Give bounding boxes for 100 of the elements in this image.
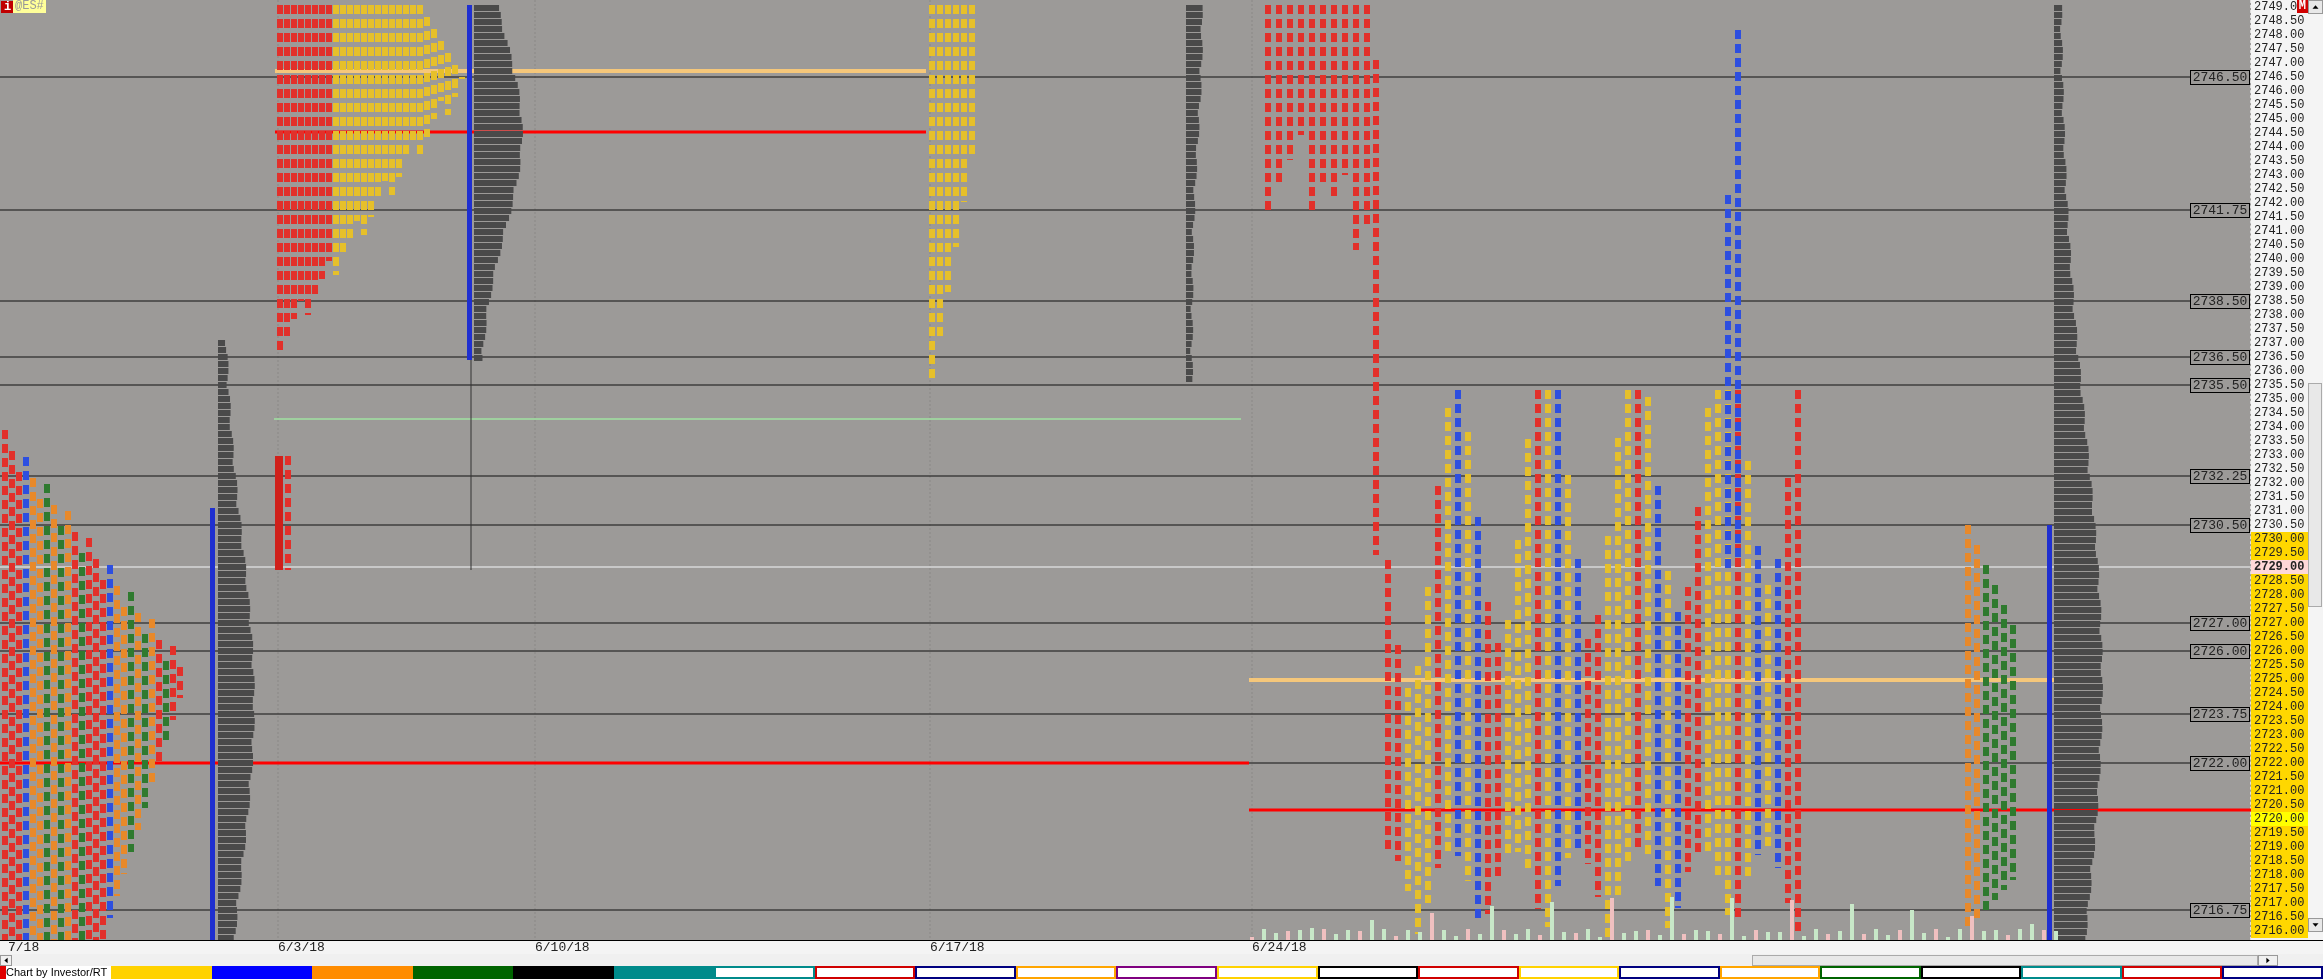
price-scale-label: 2723.00: [2251, 728, 2308, 742]
price-scale-label: 2720.00: [2251, 812, 2308, 826]
price-scale-label: 2739.50: [2251, 266, 2308, 280]
color-swatch[interactable]: [2021, 966, 2122, 979]
color-swatch[interactable]: [2121, 966, 2223, 979]
price-scale-label: 2728.00: [2251, 588, 2308, 602]
price-level-label: 2732.25: [2190, 469, 2250, 484]
scrollbar-thumb[interactable]: [2308, 383, 2322, 607]
color-swatch[interactable]: [312, 966, 413, 979]
price-scale-label: 2720.50: [2251, 798, 2308, 812]
price-level-label: 2716.75: [2190, 903, 2250, 918]
price-scale-label: 2743.50: [2251, 154, 2308, 168]
price-scale-label: 2746.00: [2251, 84, 2308, 98]
price-scale-label: 2717.00: [2251, 896, 2308, 910]
price-scale-label: 2739.00: [2251, 280, 2308, 294]
price-scale-label: 2736.00: [2251, 364, 2308, 378]
price-scale-label: 2732.50: [2251, 462, 2308, 476]
price-scale-label: 2742.00: [2251, 196, 2308, 210]
price-scale-label: 2742.50: [2251, 182, 2308, 196]
price-scale-label: 2741.50: [2251, 210, 2308, 224]
color-swatch[interactable]: [1317, 966, 1419, 979]
price-scale-label: 2734.00: [2251, 420, 2308, 434]
price-scale-label: 2719.00: [2251, 840, 2308, 854]
price-scale-label: 2735.50: [2251, 378, 2308, 392]
price-scale-label: 2731.00: [2251, 504, 2308, 518]
price-scale-label: 2740.50: [2251, 238, 2308, 252]
price-scale-label: 2729.50: [2251, 546, 2308, 560]
date-label: 6/3/18: [278, 941, 325, 954]
price-scale-label: 2722.50: [2251, 742, 2308, 756]
color-swatch[interactable]: [1619, 966, 1720, 979]
price-scale-label: 2727.50: [2251, 602, 2308, 616]
date-label: 7/18: [8, 941, 40, 954]
price-scale-label: 2735.00: [2251, 392, 2308, 406]
color-swatch[interactable]: [1820, 966, 1921, 979]
date-label: 6/10/18: [535, 941, 590, 954]
color-swatch[interactable]: [915, 966, 1016, 979]
price-scale-label: 2721.00: [2251, 784, 2308, 798]
price-level-label: 2730.50: [2190, 518, 2250, 533]
price-scale-label: 2721.50: [2251, 770, 2308, 784]
price-scale-label: 2740.00: [2251, 252, 2308, 266]
price-scale-label: 2718.00: [2251, 868, 2308, 882]
price-scale-label: 2733.00: [2251, 448, 2308, 462]
price-scale-label: 2744.50: [2251, 126, 2308, 140]
price-scale-label: 2738.50: [2251, 294, 2308, 308]
price-scale-label: 2745.00: [2251, 112, 2308, 126]
price-scale-label: 2745.50: [2251, 98, 2308, 112]
price-scale-label: 2728.50: [2251, 574, 2308, 588]
color-swatch[interactable]: [1116, 966, 1217, 979]
color-swatch[interactable]: [814, 966, 916, 979]
color-swatch[interactable]: [1418, 966, 1519, 979]
date-label: 6/17/18: [930, 941, 985, 954]
color-swatch[interactable]: [613, 966, 715, 979]
price-scale-label: 2733.50: [2251, 434, 2308, 448]
price-scale-label: 2737.00: [2251, 336, 2308, 350]
price-scale-label: 2746.50: [2251, 70, 2308, 84]
price-level-label: 2726.00: [2190, 644, 2250, 659]
price-scale-label: 2726.50: [2251, 630, 2308, 644]
price-scale-label: 2736.50: [2251, 350, 2308, 364]
scroll-down-icon[interactable]: [2308, 918, 2323, 932]
price-scale-label: 2731.50: [2251, 490, 2308, 504]
price-level-label: 2741.75: [2190, 203, 2250, 218]
price-scale-label: 2725.50: [2251, 658, 2308, 672]
color-swatch[interactable]: [513, 966, 614, 979]
price-level-label: 2735.50: [2190, 378, 2250, 393]
color-swatch[interactable]: [412, 966, 514, 979]
price-scale-label: 2724.50: [2251, 686, 2308, 700]
color-swatch[interactable]: [1719, 966, 1821, 979]
color-swatch[interactable]: [1920, 966, 2022, 979]
price-scale-label: 2725.00: [2251, 672, 2308, 686]
price-scale-label: 2716.50: [2251, 910, 2308, 924]
price-scale-label: 2722.00: [2251, 756, 2308, 770]
scroll-right-icon[interactable]: [2258, 954, 2278, 966]
price-scale-label: 2717.50: [2251, 882, 2308, 896]
price-scale-label: 2747.50: [2251, 42, 2308, 56]
price-scale-label: 2734.50: [2251, 406, 2308, 420]
price-level-label: 2738.50: [2190, 294, 2250, 309]
date-label: 6/24/18: [1252, 941, 1307, 954]
price-scale-label: 2738.00: [2251, 308, 2308, 322]
price-level-label: 2727.00: [2190, 616, 2250, 631]
price-scale-label: 2744.00: [2251, 140, 2308, 154]
price-scale-label: 2737.50: [2251, 322, 2308, 336]
price-scale-label: 2724.00: [2251, 700, 2308, 714]
price-scale-label: 2743.00: [2251, 168, 2308, 182]
color-swatch[interactable]: [1015, 966, 1117, 979]
price-scale-label: 2730.00: [2251, 532, 2308, 546]
color-swatch[interactable]: [2222, 966, 2323, 979]
price-level-label: 2722.00: [2190, 756, 2250, 771]
color-swatch[interactable]: [211, 966, 313, 979]
price-scale-label: 2741.00: [2251, 224, 2308, 238]
price-scale-label: 2719.50: [2251, 826, 2308, 840]
price-level-label: 2723.75: [2190, 707, 2250, 722]
color-swatch[interactable]: [714, 966, 815, 979]
scroll-up-icon[interactable]: [2308, 0, 2323, 14]
price-scale-label: 2748.00: [2251, 28, 2308, 42]
price-scale-label: 2726.00: [2251, 644, 2308, 658]
price-level-label: 2746.50: [2190, 70, 2250, 85]
scroll-left-icon[interactable]: [0, 954, 12, 966]
price-scale-label: 2732.00: [2251, 476, 2308, 490]
price-scale-label: 2730.50: [2251, 518, 2308, 532]
price-scale-label: 2747.00: [2251, 56, 2308, 70]
